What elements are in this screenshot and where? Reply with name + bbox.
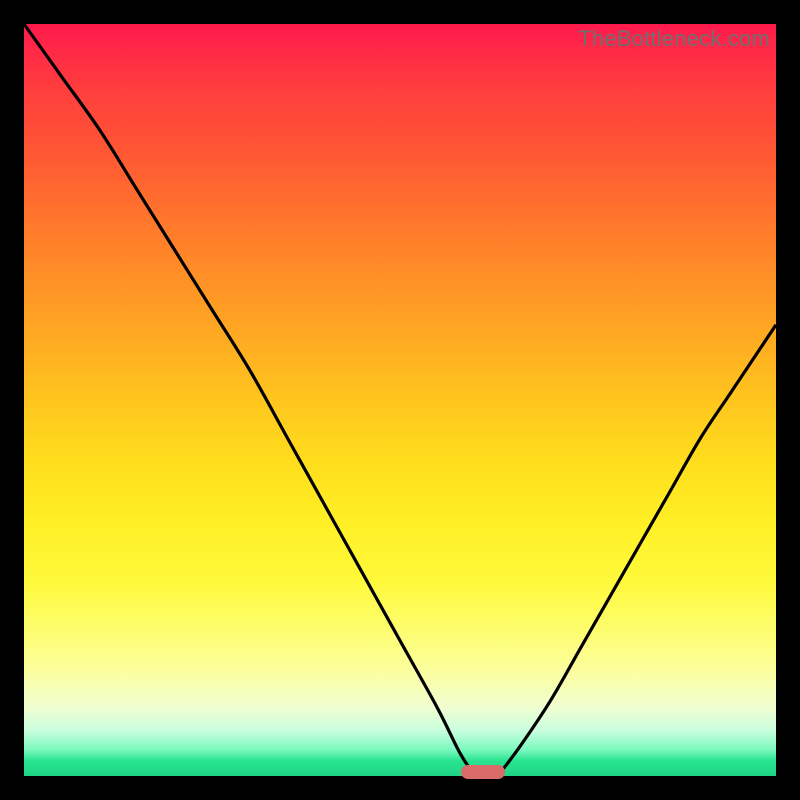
chart-curves xyxy=(24,24,776,776)
curve-left xyxy=(24,24,475,776)
optimum-marker xyxy=(461,765,505,779)
chart-frame: TheBottleneck.com xyxy=(0,0,800,800)
curve-right xyxy=(498,325,776,776)
chart-plot-area: TheBottleneck.com xyxy=(24,24,776,776)
